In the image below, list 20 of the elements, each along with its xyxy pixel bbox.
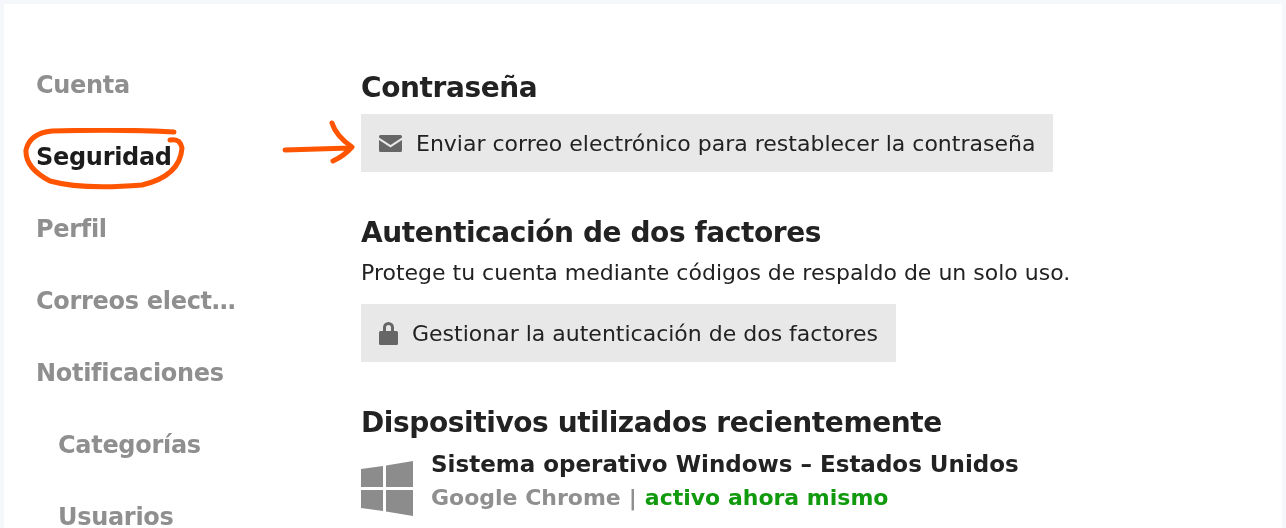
sidebar-item[interactable]: Correos elect… bbox=[36, 287, 236, 315]
sidebar-item[interactable]: Categorías bbox=[58, 431, 201, 459]
sidebar-item[interactable]: Seguridad bbox=[36, 143, 172, 171]
sidebar-item[interactable]: Cuenta bbox=[36, 71, 130, 99]
envelope-icon bbox=[379, 134, 402, 152]
sidebar-item[interactable]: Perfil bbox=[36, 215, 107, 243]
sidebar-item[interactable]: Notificaciones bbox=[36, 359, 224, 387]
section-heading: Autenticación de dos factores bbox=[361, 215, 823, 251]
browser-name: Google Chrome bbox=[431, 484, 621, 512]
description-text: Protege tu cuenta mediante códigos de respaldo de un solo uso. bbox=[361, 259, 1072, 287]
section-heading: Contraseña bbox=[361, 70, 539, 106]
separator-text: | bbox=[628, 484, 637, 513]
lock-icon bbox=[379, 321, 398, 345]
action-button[interactable]: Enviar correo electrónico para restablecer la contraseña bbox=[361, 114, 1054, 172]
section-heading: Dispositivos utilizados recientemente bbox=[361, 405, 943, 441]
sidebar-item[interactable]: Usuarios bbox=[58, 503, 174, 528]
device-name: Sistema operativo Windows – Estados Unidos bbox=[431, 450, 1019, 479]
status-text: activo ahora mismo bbox=[644, 484, 889, 512]
action-button[interactable]: Gestionar la autenticación de dos factores bbox=[361, 304, 897, 362]
windows-icon bbox=[361, 461, 413, 516]
